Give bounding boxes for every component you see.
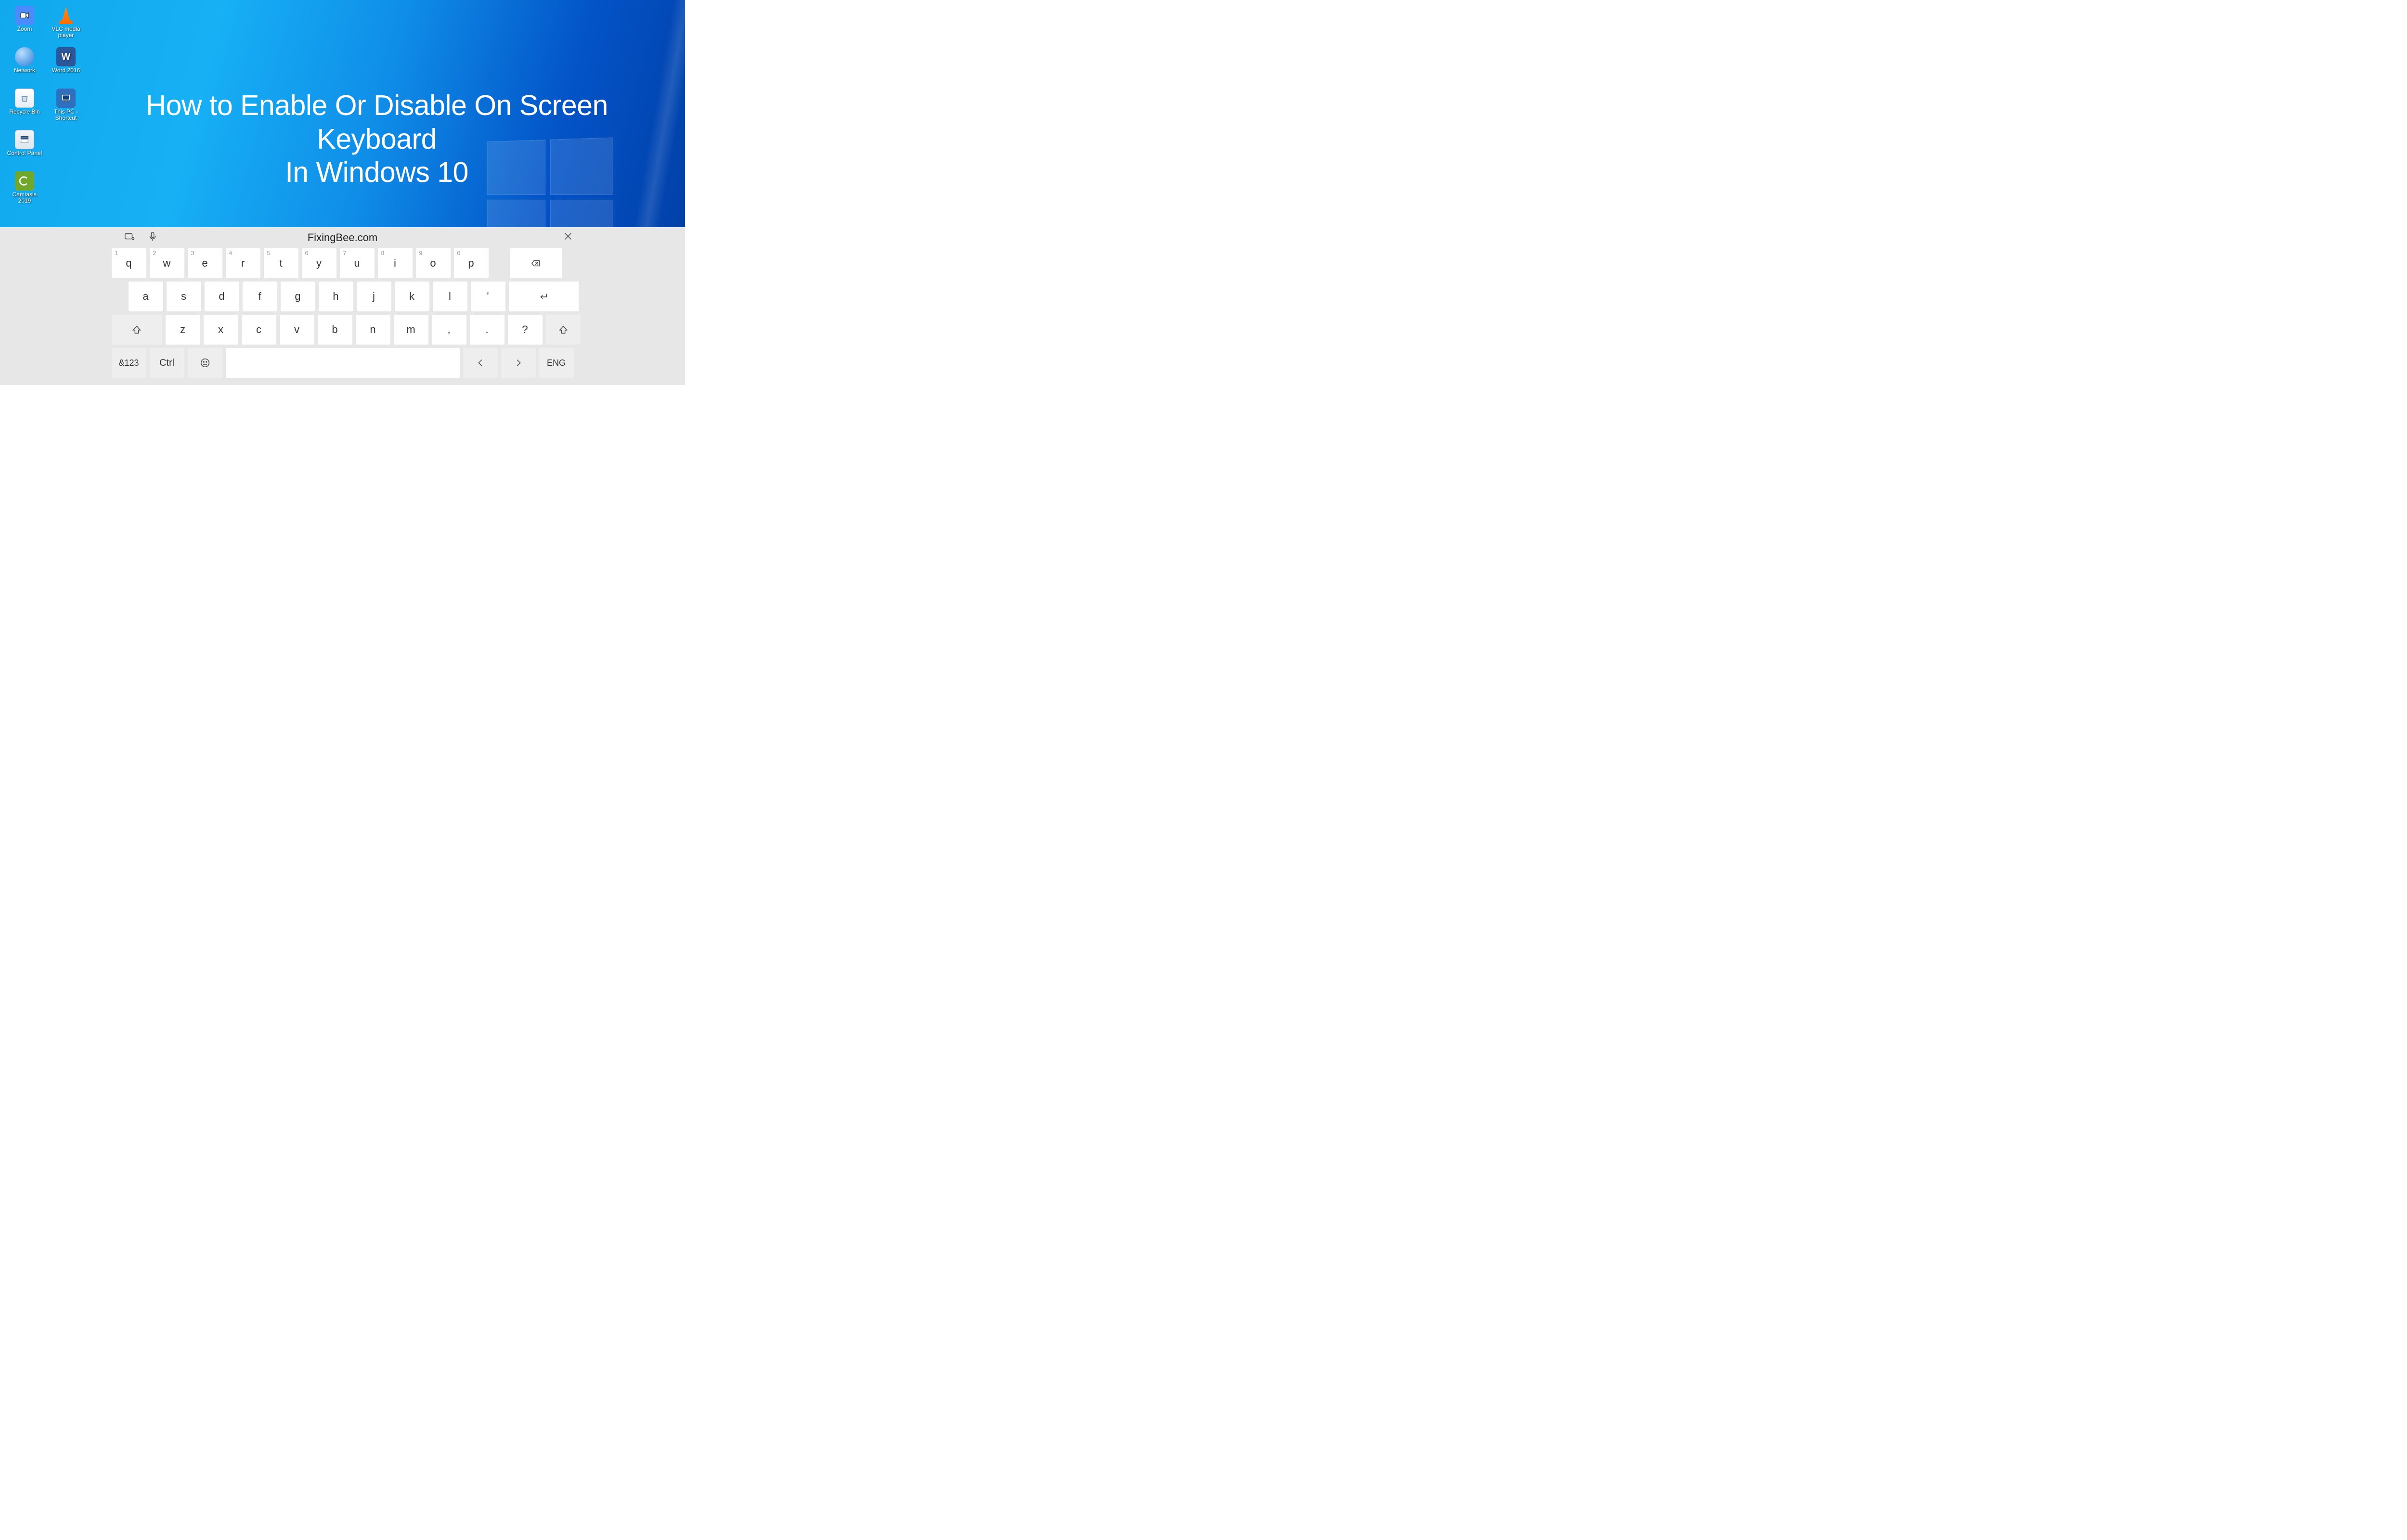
desktop-icon-label: Network bbox=[14, 67, 35, 74]
touch-keyboard: FixingBee.com 1q 2w 3e 4r 5t 6y 7u 8i 9o… bbox=[0, 227, 685, 385]
desktop-icon-network[interactable]: Network bbox=[4, 45, 45, 87]
vlc-icon bbox=[56, 6, 76, 25]
recycle-bin-icon bbox=[15, 89, 34, 108]
desktop-background[interactable]: Zoom VLC media player Network W Word 201… bbox=[0, 0, 685, 227]
key-question[interactable]: ? bbox=[508, 315, 543, 345]
key-b[interactable]: b bbox=[318, 315, 352, 345]
key-o[interactable]: 9o bbox=[416, 248, 451, 278]
page-title: How to Enable Or Disable On Screen Keybo… bbox=[86, 89, 668, 190]
key-symbols-numbers[interactable]: &123 bbox=[112, 348, 146, 378]
windows-logo bbox=[487, 137, 613, 227]
desktop-icon-label: Zoom bbox=[17, 26, 32, 32]
enter-icon bbox=[538, 291, 549, 302]
camtasia-icon bbox=[15, 171, 34, 191]
desktop-icon-label: VLC media player bbox=[47, 26, 85, 38]
key-p[interactable]: 0p bbox=[454, 248, 489, 278]
keyboard-settings-icon[interactable] bbox=[124, 231, 135, 244]
key-z[interactable]: z bbox=[166, 315, 200, 345]
desktop-icon-camtasia[interactable]: Camtasia 2019 bbox=[4, 169, 45, 211]
key-backspace[interactable] bbox=[510, 248, 562, 278]
key-j[interactable]: j bbox=[357, 282, 391, 311]
key-k[interactable]: k bbox=[395, 282, 429, 311]
key-arrow-right[interactable] bbox=[501, 348, 536, 378]
key-f[interactable]: f bbox=[243, 282, 277, 311]
key-y[interactable]: 6y bbox=[302, 248, 336, 278]
desktop-icon-label: Word 2016 bbox=[52, 67, 80, 74]
key-l[interactable]: l bbox=[433, 282, 467, 311]
key-c[interactable]: c bbox=[242, 315, 276, 345]
desktop-icon-word[interactable]: W Word 2016 bbox=[45, 45, 87, 87]
key-shift-right[interactable] bbox=[546, 315, 581, 345]
key-i[interactable]: 8i bbox=[378, 248, 413, 278]
key-a[interactable]: a bbox=[129, 282, 163, 311]
backspace-icon bbox=[531, 258, 541, 269]
key-d[interactable]: d bbox=[205, 282, 239, 311]
key-language[interactable]: ENG bbox=[539, 348, 574, 378]
key-u[interactable]: 7u bbox=[340, 248, 375, 278]
emoji-icon bbox=[200, 358, 210, 368]
desktop-icon-label: Recycle Bin bbox=[9, 109, 39, 115]
desktop-icon-label: This PC - Shortcut bbox=[47, 109, 85, 121]
key-shift-left[interactable] bbox=[112, 315, 162, 345]
desktop-icon-thispc[interactable]: This PC - Shortcut bbox=[45, 87, 87, 128]
key-enter[interactable] bbox=[509, 282, 579, 311]
desktop-icon-label: Control Panel bbox=[7, 150, 42, 156]
key-x[interactable]: x bbox=[204, 315, 238, 345]
key-e[interactable]: 3e bbox=[188, 248, 222, 278]
microphone-icon[interactable] bbox=[147, 231, 158, 244]
title-line1: How to Enable Or Disable On Screen Keybo… bbox=[86, 89, 668, 156]
key-arrow-left[interactable] bbox=[463, 348, 498, 378]
keyboard-header: FixingBee.com bbox=[0, 227, 685, 248]
key-n[interactable]: n bbox=[356, 315, 390, 345]
key-t[interactable]: 5t bbox=[264, 248, 298, 278]
key-emoji[interactable] bbox=[188, 348, 222, 378]
control-panel-icon bbox=[15, 130, 34, 149]
shift-up-icon bbox=[131, 324, 142, 335]
key-w[interactable]: 2w bbox=[150, 248, 184, 278]
key-m[interactable]: m bbox=[394, 315, 428, 345]
keyboard-brand-text: FixingBee.com bbox=[308, 231, 378, 244]
close-keyboard-button[interactable] bbox=[563, 231, 573, 244]
key-h[interactable]: h bbox=[319, 282, 353, 311]
desktop-icon-control-panel[interactable]: Control Panel bbox=[4, 128, 45, 169]
key-spacebar[interactable] bbox=[226, 348, 460, 378]
key-q[interactable]: 1q bbox=[112, 248, 146, 278]
keyboard-keys: 1q 2w 3e 4r 5t 6y 7u 8i 9o 0p a s d f g … bbox=[112, 248, 574, 378]
chevron-left-icon bbox=[475, 358, 486, 368]
computer-icon bbox=[56, 89, 76, 108]
shift-up-icon bbox=[558, 324, 569, 335]
desktop-icon-recycle[interactable]: Recycle Bin bbox=[4, 87, 45, 128]
network-icon bbox=[15, 47, 34, 66]
word-icon: W bbox=[56, 47, 76, 66]
desktop-icon-vlc[interactable]: VLC media player bbox=[45, 4, 87, 45]
zoom-icon bbox=[15, 6, 34, 25]
key-ctrl[interactable]: Ctrl bbox=[150, 348, 184, 378]
chevron-right-icon bbox=[513, 358, 524, 368]
desktop-icons-grid: Zoom VLC media player Network W Word 201… bbox=[4, 4, 87, 211]
key-period[interactable]: . bbox=[470, 315, 505, 345]
key-s[interactable]: s bbox=[167, 282, 201, 311]
desktop-icon-label: Camtasia 2019 bbox=[6, 192, 43, 204]
key-g[interactable]: g bbox=[281, 282, 315, 311]
key-apostrophe[interactable]: ' bbox=[471, 282, 505, 311]
key-r[interactable]: 4r bbox=[226, 248, 260, 278]
title-line2: In Windows 10 bbox=[86, 156, 668, 190]
desktop-icon-zoom[interactable]: Zoom bbox=[4, 4, 45, 45]
key-comma[interactable]: , bbox=[432, 315, 466, 345]
key-v[interactable]: v bbox=[280, 315, 314, 345]
